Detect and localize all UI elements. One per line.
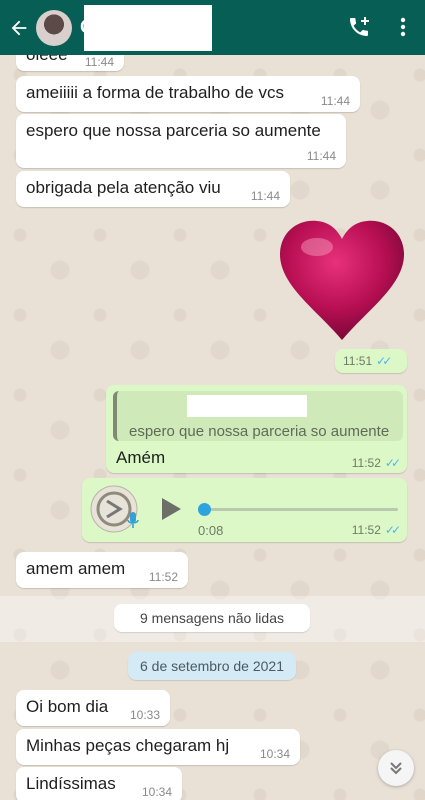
unread-messages-badge: 9 mensagens não lidas [114,604,310,632]
message-bubble[interactable]: ameiiiii a forma de trabalho de vcs 11:4… [16,76,360,112]
message-text: obrigada pela atenção viu [26,178,221,197]
message-text: Amém [116,448,166,467]
message-time: 11:52 [148,570,178,584]
audio-progress-handle[interactable] [198,503,211,516]
message-bubble[interactable]: Oi bom dia 10:33 [16,690,170,726]
message-bubble[interactable]: obrigada pela atenção viu 11:44 [16,171,290,207]
avatar[interactable] [36,9,72,46]
voice-message-bubble[interactable]: 0:08 11:52 ✓✓ [82,478,407,542]
scroll-to-bottom-button[interactable] [378,750,414,786]
message-bubble[interactable]: Minhas peças chegaram hj 10:34 [16,729,300,765]
audio-progress-track[interactable] [200,508,398,511]
chevron-double-down-icon [390,762,402,775]
redacted-name-block [84,5,212,51]
message-bubble[interactable]: amem amem 11:52 [16,552,188,588]
heart-sticker[interactable] [277,215,407,345]
read-ticks-icon: ✓✓ [384,523,401,537]
back-button[interactable] [4,0,34,55]
message-bubble[interactable]: oieee 11:44 [16,55,124,71]
message-time: 11:44 [320,94,350,108]
read-ticks-icon: ✓✓ [384,456,401,470]
message-text: Oi bom dia [26,697,109,716]
message-text: amem amem [26,559,126,578]
read-ticks-icon: ✓✓ [376,354,392,368]
audio-duration: 0:08 [198,523,224,538]
microphone-icon [127,512,139,528]
message-bubble[interactable]: espero que nossa parceria so aumente 11:… [16,114,346,168]
message-text: oieee [26,55,68,65]
play-icon[interactable] [160,497,182,521]
arrow-left-icon [11,20,27,35]
phone-plus-icon [350,17,369,36]
message-text: Minhas peças chegaram hj [26,736,230,755]
chat-header: G [0,0,425,55]
quoted-text: espero que nossa parceria so aumente [129,423,390,440]
message-time: 11:51 [343,354,373,368]
message-time: 10:33 [129,708,160,722]
add-call-button[interactable] [344,12,374,42]
sticker-meta: 11:51 ✓✓ [335,349,407,373]
message-time: 11:44 [306,149,336,163]
more-options-button[interactable] [388,12,418,42]
message-text: ameiiiii a forma de trabalho de vcs [26,83,284,102]
message-time: 11:52 [351,523,381,537]
message-time: 10:34 [141,785,172,799]
date-badge: 6 de setembro de 2021 [128,652,296,680]
message-bubble[interactable]: Lindíssimas 10:34 [16,767,182,800]
quoted-message[interactable]: espero que nossa parceria so aumente [113,391,403,441]
message-time: 11:52 [351,456,381,470]
more-vert-icon [400,17,406,37]
message-time: 11:44 [250,189,280,203]
chat-area[interactable]: oieee 11:44 ameiiiii a forma de trabalho… [0,55,425,800]
reply-message-bubble[interactable]: espero que nossa parceria so aumente Amé… [106,385,407,473]
message-time: 10:34 [259,747,290,761]
message-text: Lindíssimas [26,774,116,793]
redacted-quote-author [187,395,307,417]
message-text: espero que nossa parceria so aumente [26,121,321,140]
message-time: 11:44 [84,55,114,69]
